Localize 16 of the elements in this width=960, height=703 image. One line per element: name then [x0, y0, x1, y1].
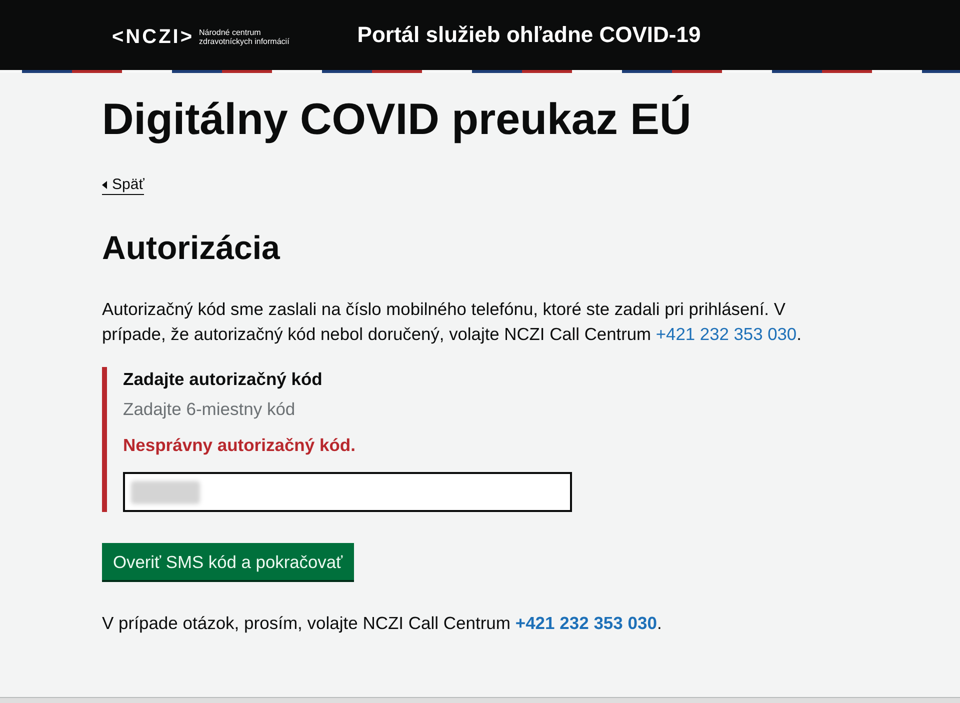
field-label: Zadajte autorizačný kód [123, 368, 322, 391]
intro-paragraph: Autorizačný kód sme zaslali na číslo mobilného telefónu, ktoré ste zadali pri prihlásení. V prípade, že autorizačný kód nebol doručený, volajte NCZI Call Centrum +421 232 353 030. [102, 298, 802, 346]
code-input-field[interactable] [123, 472, 572, 512]
section-heading: Autorizácia [102, 229, 280, 267]
back-link[interactable]: Späť [102, 175, 144, 195]
phone-link[interactable]: +421 232 353 030 [515, 613, 657, 633]
logo-mark[interactable]: <NCZI> [112, 24, 194, 48]
submit-button[interactable]: Overiť SMS kód a pokračovať [102, 543, 354, 580]
page-heading: Digitálny COVID preukaz EÚ [102, 94, 692, 146]
error-message: Nesprávny autorizačný kód. [123, 434, 356, 457]
phone-link[interactable]: +421 232 353 030 [656, 324, 797, 344]
field-hint: Zadajte 6-miestny kód [123, 398, 296, 421]
back-triangle-icon [102, 180, 107, 188]
logo-subtitle: Národné centrum zdravotníckych informácií [199, 28, 290, 46]
help-text: V prípade otázok, prosím, volajte NCZI Call Centrum +421 232 353 030. [102, 612, 662, 635]
portal-title: Portál služieb ohľadne COVID-19 [357, 21, 701, 49]
